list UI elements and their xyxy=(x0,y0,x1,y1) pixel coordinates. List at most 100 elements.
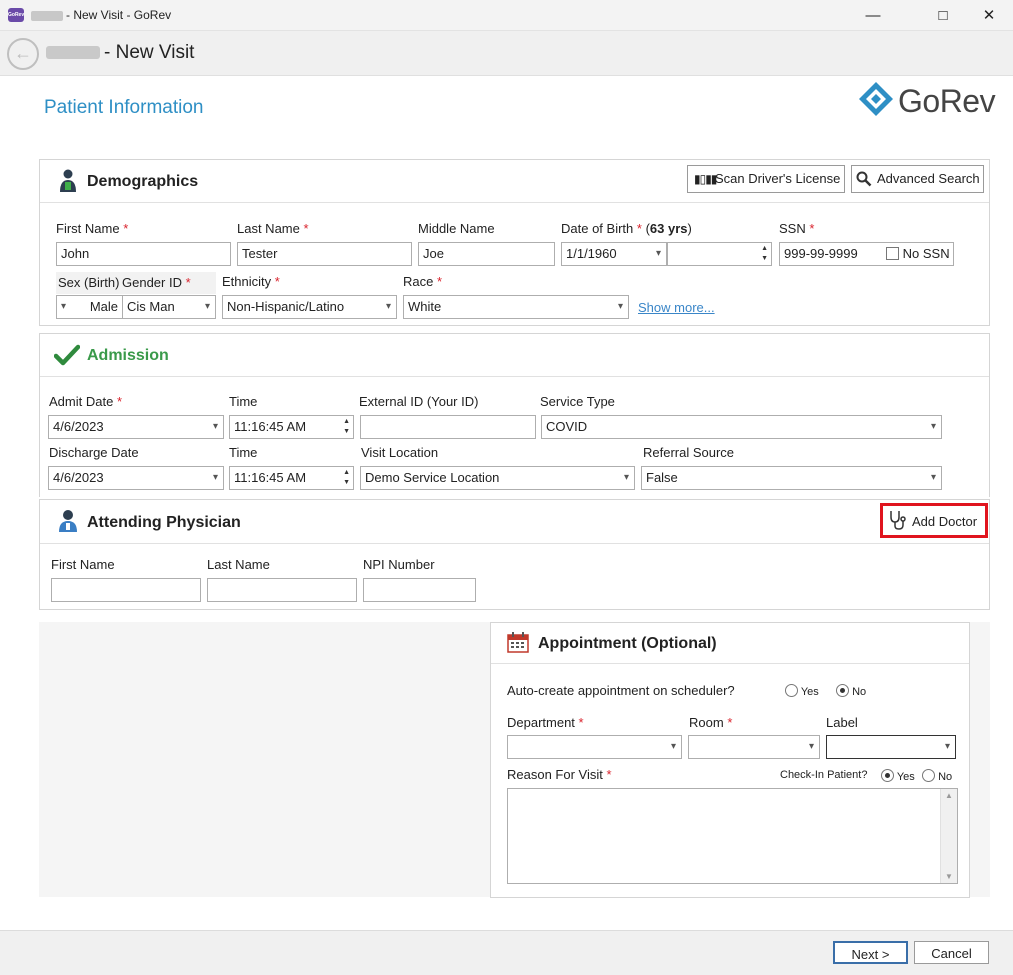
service-type-dropdown[interactable]: COVID xyxy=(541,415,942,439)
label-label: Label xyxy=(826,715,858,730)
race-label: Race * xyxy=(403,274,443,289)
first-name-label: First Name * xyxy=(56,221,129,236)
admit-date-dropdown[interactable]: 4/6/2023 xyxy=(48,415,224,439)
app-icon: GoRev xyxy=(8,8,24,22)
redacted-patient-name xyxy=(31,11,63,21)
check-in-label: Check-In Patient? xyxy=(780,769,868,781)
department-dropdown[interactable] xyxy=(507,735,682,759)
room-dropdown[interactable] xyxy=(688,735,820,759)
ssn-input[interactable]: 999-99-9999 No SSN xyxy=(779,242,954,266)
doctor-icon xyxy=(59,510,77,532)
physician-last-name-input[interactable] xyxy=(207,578,357,602)
admit-time-label: Time xyxy=(229,394,258,409)
middle-name-input[interactable]: Joe xyxy=(418,242,555,266)
discharge-date-label: Discharge Date xyxy=(49,445,139,460)
age-value: 63 yrs xyxy=(649,221,688,236)
scroll-down-icon[interactable]: ▼ xyxy=(945,872,953,881)
race-dropdown[interactable]: White xyxy=(403,295,629,319)
last-name-label: Last Name * xyxy=(237,221,309,236)
add-doctor-label: Add Doctor xyxy=(912,514,978,529)
date-of-birth-label: Date of Birth * (63 yrs) xyxy=(561,221,692,236)
label-dropdown[interactable] xyxy=(826,735,956,759)
no-ssn-label: No SSN xyxy=(902,246,950,261)
external-id-label: External ID (Your ID) xyxy=(359,394,479,409)
referral-source-dropdown[interactable]: False xyxy=(641,466,942,490)
reason-for-visit-textarea[interactable]: ▲ ▼ xyxy=(507,788,958,884)
chevron-down-icon[interactable]: ▾ xyxy=(61,300,66,314)
date-of-birth-dropdown[interactable]: 1/1/1960 xyxy=(561,242,667,266)
stethoscope-icon xyxy=(890,511,906,530)
check-in-no-radio[interactable]: No xyxy=(922,769,952,783)
admit-time-stepper[interactable]: 11:16:45 AM ▲ ▼ xyxy=(229,415,354,439)
external-id-input[interactable] xyxy=(360,415,536,439)
add-doctor-button[interactable]: Add Doctor xyxy=(880,503,988,538)
visit-location-dropdown[interactable]: Demo Service Location xyxy=(360,466,635,490)
scan-drivers-license-button[interactable]: ▮▯▮▮ Scan Driver's License xyxy=(687,165,845,193)
first-name-input[interactable]: John xyxy=(56,242,231,266)
maximize-icon[interactable]: □ xyxy=(920,0,966,31)
ethnicity-dropdown[interactable]: Non-Hispanic/Latino xyxy=(222,295,397,319)
advanced-search-label: Advanced Search xyxy=(877,171,980,186)
sex-birth-dropdown[interactable]: ▾ Male xyxy=(56,295,123,319)
discharge-time-stepper[interactable]: 11:16:45 AM ▲ ▼ xyxy=(229,466,354,490)
redacted-patient-name xyxy=(46,46,100,59)
service-type-label: Service Type xyxy=(540,394,615,409)
check-in-yes-radio[interactable]: Yes xyxy=(881,769,915,783)
referral-source-label: Referral Source xyxy=(643,445,735,460)
gorev-logo-text: GoRev xyxy=(898,83,996,119)
no-ssn-checkbox[interactable]: No SSN xyxy=(886,247,950,261)
npi-number-label: NPI Number xyxy=(363,557,435,572)
radio-selected-icon[interactable] xyxy=(881,769,894,782)
ssn-label: SSN * xyxy=(779,221,815,236)
admission-header xyxy=(40,334,989,377)
minimize-icon[interactable]: — xyxy=(850,0,896,31)
show-more-link[interactable]: Show more... xyxy=(638,300,715,315)
next-button[interactable]: Next > xyxy=(833,941,908,964)
spinner-arrows-icon[interactable]: ▲ ▼ xyxy=(761,244,768,264)
middle-name-label: Middle Name xyxy=(418,221,495,236)
last-name-input[interactable]: Tester xyxy=(237,242,412,266)
cancel-button[interactable]: Cancel xyxy=(914,941,989,964)
department-label: Department * xyxy=(507,715,584,730)
window-title: - New Visit - GoRev xyxy=(66,8,172,22)
gorev-logo-icon xyxy=(859,82,893,116)
dob-time-stepper[interactable]: ▲ ▼ xyxy=(667,242,772,266)
auto-create-label: Auto-create appointment on scheduler? xyxy=(507,683,735,698)
gender-id-label: Gender ID * xyxy=(122,275,191,290)
calendar-icon xyxy=(507,632,529,653)
attending-physician-title: Attending Physician xyxy=(87,514,241,531)
sex-value: Male xyxy=(89,299,118,314)
discharge-time-label: Time xyxy=(229,445,258,460)
page-title: Patient Information xyxy=(44,97,204,118)
appointment-title: Appointment (Optional) xyxy=(538,635,717,652)
physician-last-name-label: Last Name xyxy=(207,557,270,572)
room-label: Room * xyxy=(689,715,733,730)
radio-selected-icon[interactable] xyxy=(836,684,849,697)
search-icon xyxy=(856,171,872,187)
checkmark-icon xyxy=(54,344,80,366)
discharge-date-dropdown[interactable]: 4/6/2023 xyxy=(48,466,224,490)
auto-create-yes-radio[interactable]: Yes xyxy=(785,684,819,698)
ethnicity-label: Ethnicity * xyxy=(222,274,280,289)
physician-first-name-label: First Name xyxy=(51,557,115,572)
radio-icon[interactable] xyxy=(922,769,935,782)
spinner-arrows-icon[interactable]: ▲ ▼ xyxy=(343,468,350,488)
close-icon[interactable]: ✕ xyxy=(966,0,1012,31)
auto-create-no-radio[interactable]: No xyxy=(836,684,866,698)
gender-id-dropdown[interactable]: Cis Man xyxy=(122,295,216,319)
demographics-title: Demographics xyxy=(87,173,199,190)
spinner-arrows-icon[interactable]: ▲ ▼ xyxy=(343,417,350,437)
visit-location-label: Visit Location xyxy=(361,445,439,460)
barcode-icon: ▮▯▮▮ xyxy=(694,172,717,186)
physician-first-name-input[interactable] xyxy=(51,578,201,602)
advanced-search-button[interactable]: Advanced Search xyxy=(851,165,984,193)
back-arrow-icon[interactable]: ← xyxy=(7,38,39,70)
radio-icon[interactable] xyxy=(785,684,798,697)
header-title: - New Visit xyxy=(104,42,195,63)
npi-number-input[interactable] xyxy=(363,578,476,602)
sex-birth-label: Sex (Birth) xyxy=(58,275,120,290)
scroll-up-icon[interactable]: ▲ xyxy=(945,791,953,800)
textarea-scrollbar[interactable]: ▲ ▼ xyxy=(940,789,957,883)
checkbox-icon[interactable] xyxy=(886,247,899,260)
reason-for-visit-label: Reason For Visit * xyxy=(507,767,612,782)
